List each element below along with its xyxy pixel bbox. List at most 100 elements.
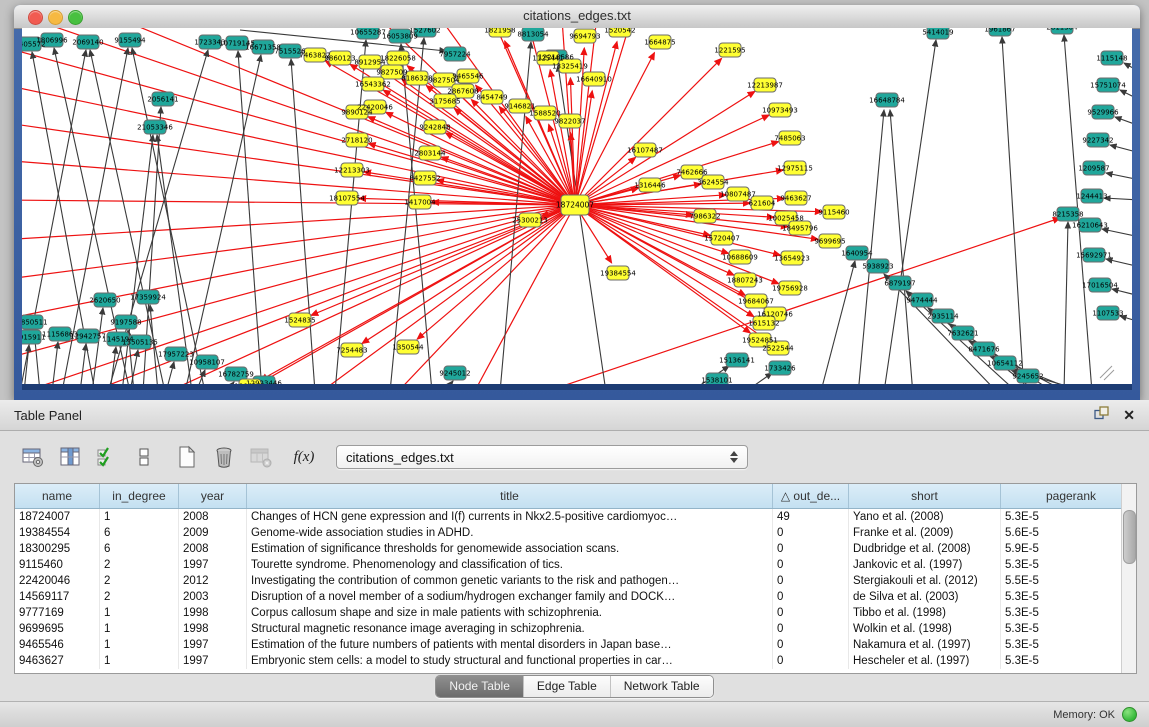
status-bar: Memory: OK: [0, 701, 1149, 727]
graph-node-label: 12942757: [70, 333, 106, 341]
table-row[interactable]: 1456911722003Disruption of a novel membe…: [15, 589, 1137, 605]
column-header-pagerank[interactable]: pagerank: [1001, 484, 1138, 509]
column-header-short[interactable]: short: [849, 484, 1001, 509]
table-cell: 1: [100, 509, 179, 526]
column-header-out_de[interactable]: △ out_de...: [773, 484, 849, 509]
delete-column-icon[interactable]: [211, 444, 237, 470]
table-cell: 1997: [179, 653, 247, 669]
graph-node-label: 10688609: [722, 254, 758, 262]
graph-node-label: 9197588: [110, 319, 141, 327]
table-cell: Hescheler et al. (1997): [849, 653, 1001, 669]
table-cell: Investigating the contribution of common…: [247, 573, 773, 589]
table-cell: 1998: [179, 621, 247, 637]
table-cell: 9699695: [15, 621, 100, 637]
table-cell: Genome-wide association studies in ADHD.: [247, 525, 773, 541]
tab-node-table[interactable]: Node Table: [436, 676, 523, 697]
graph-node-label: 2867608: [447, 88, 478, 96]
table-cell: 1: [100, 637, 179, 653]
table-cell: 5.3E-5: [1001, 589, 1138, 605]
node-label-layer: 2405572180699620691409155494172334310719…: [22, 28, 1128, 384]
table-row[interactable]: 946362711997Embryonic stem cells: a mode…: [15, 653, 1137, 669]
column-header-in_degree[interactable]: in_degree: [100, 484, 179, 509]
table-selector-value: citations_edges.txt: [346, 450, 454, 465]
table-row[interactable]: 1830029562008Estimation of significance …: [15, 541, 1137, 557]
table-cell: 18300295: [15, 541, 100, 557]
graph-node-label: 8427552: [409, 175, 440, 183]
graph-node-label: 1806996: [36, 37, 68, 45]
graph-node-label: 9694793: [569, 33, 600, 41]
graph-node-label: 1209587: [1078, 165, 1109, 173]
table-cell: 2012: [179, 573, 247, 589]
table-cell: Estimation of significance thresholds fo…: [247, 541, 773, 557]
tab-network-table[interactable]: Network Table: [610, 676, 713, 697]
graph-node-label: 16210643: [1072, 222, 1108, 230]
table-row[interactable]: 2242004622012Investigating the contribut…: [15, 573, 1137, 589]
graph-node-label: 18724007: [556, 201, 594, 210]
graph-node-label: 17957223: [158, 351, 194, 359]
table-scrollbar-thumb[interactable]: [1123, 510, 1136, 564]
table-cell: Changes of HCN gene expression and I(f) …: [247, 509, 773, 526]
table-scrollbar[interactable]: [1121, 484, 1136, 673]
graph-node-label: 2850511: [22, 319, 48, 327]
table-toolbar: f(x) citations_edges.txt: [20, 442, 748, 472]
table-cell: 9115460: [15, 557, 100, 573]
table-cell: 2009: [179, 525, 247, 541]
table-cell: Wolkin et al. (1998): [849, 621, 1001, 637]
graph-node-label: 1350544: [392, 344, 424, 352]
graph-node-label: 16648784: [869, 97, 905, 105]
graph-node-label: 16120746: [757, 311, 793, 319]
table-cell: 5.3E-5: [1001, 509, 1138, 526]
close-panel-icon[interactable]: ✕: [1123, 408, 1135, 422]
graph-node-label: 3624554: [697, 179, 729, 187]
table-cell: 0: [773, 605, 849, 621]
column-header-name[interactable]: name: [15, 484, 100, 509]
graph-node-label: 9465546: [452, 73, 484, 81]
table-cell: 0: [773, 637, 849, 653]
graph-node-label: 1221595: [714, 47, 745, 55]
table-row[interactable]: 1872400712008Changes of HCN gene express…: [15, 509, 1137, 526]
tab-edge-table[interactable]: Edge Table: [523, 676, 610, 697]
graph-node-label: 18807243: [727, 277, 763, 285]
table-header-row: namein_degreeyeartitle△ out_de...shortpa…: [15, 484, 1137, 509]
table-row[interactable]: 946554611997Estimation of the future num…: [15, 637, 1137, 653]
window-titlebar[interactable]: citations_edges.txt: [14, 5, 1140, 29]
table-cell: Yano et al. (2008): [849, 509, 1001, 526]
show-columns-icon[interactable]: [57, 444, 83, 470]
table-panel: Table Panel ✕: [0, 400, 1149, 727]
new-column-icon[interactable]: [174, 444, 200, 470]
memory-status-dot: [1122, 707, 1137, 722]
table-row[interactable]: 977716911998Corpus callosum shape and si…: [15, 605, 1137, 621]
graph-node-label: 1524835: [284, 317, 315, 325]
graph-node-label: 13654923: [774, 255, 810, 263]
graph-node-label: 2803144: [414, 150, 446, 158]
unselect-rows-icon[interactable]: [131, 444, 157, 470]
graph-node-label: 19384554: [600, 270, 636, 278]
table-cell: 9463627: [15, 653, 100, 669]
graph-node-label: 19524851: [742, 337, 778, 345]
table-cell: 5.3E-5: [1001, 621, 1138, 637]
table-selector-dropdown[interactable]: citations_edges.txt: [336, 445, 748, 469]
graph-node-label: 1115148: [1096, 55, 1127, 63]
graph-node-label: 3175685: [429, 98, 460, 106]
table-row[interactable]: 911546021997Tourette syndrome. Phenomeno…: [15, 557, 1137, 573]
column-header-title[interactable]: title: [247, 484, 773, 509]
function-builder-icon[interactable]: f(x): [291, 444, 317, 470]
float-panel-icon[interactable]: [1094, 406, 1109, 425]
network-canvas[interactable]: 2405572180699620691409155494172334310719…: [22, 28, 1132, 384]
select-all-icon[interactable]: [94, 444, 120, 470]
table-cell: 5.5E-5: [1001, 573, 1138, 589]
graph-node-label: 9245652: [1012, 373, 1043, 381]
graph-node-label: 10025458: [768, 215, 804, 223]
graph-node-label: 12213303: [334, 167, 370, 175]
table-cell: 18724007: [15, 509, 100, 526]
table-cell: 0: [773, 573, 849, 589]
graph-node-label: 6879197: [884, 280, 915, 288]
graph-node-label: 8813054: [517, 31, 549, 39]
graph-node-label: 16782759: [218, 371, 254, 379]
graph-node-label: 5938923: [862, 263, 893, 271]
column-header-year[interactable]: year: [179, 484, 247, 509]
table-row[interactable]: 1938455462009Genome-wide association stu…: [15, 525, 1137, 541]
change-table-mode-icon[interactable]: [20, 444, 46, 470]
graph-node-label: 1107533: [1092, 310, 1123, 318]
table-row[interactable]: 969969511998Structural magnetic resonanc…: [15, 621, 1137, 637]
